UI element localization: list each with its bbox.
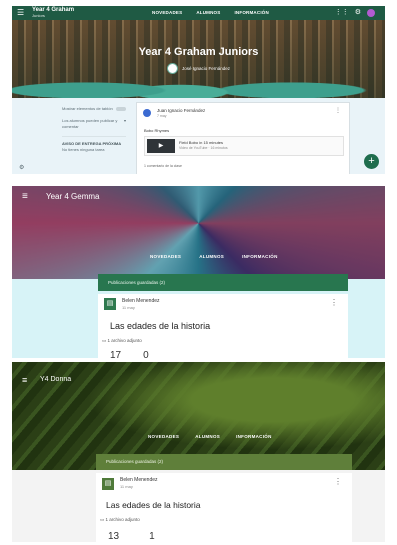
teacher-avatar — [167, 63, 178, 74]
saved-posts-bar[interactable]: Publicaciones guardadas (2) — [96, 454, 352, 470]
author-avatar — [143, 109, 151, 117]
classroom-screenshot-1: ☰ Year 4 Graham Juniors NOVEDADES ALUMNO… — [12, 6, 385, 174]
attachment-count: ▭ 1 archivo adjunto — [102, 338, 142, 344]
stat-count-a: 13 — [108, 531, 120, 542]
attachment-icon: ▭ — [102, 338, 107, 343]
more-options-icon[interactable]: ⋮ — [335, 107, 341, 114]
assignment-title: Las edades de la historia — [110, 321, 211, 331]
assignment-stats: 17 0 — [110, 350, 149, 358]
add-button[interactable]: + — [364, 154, 379, 169]
banner-teacher: José Ignacio Fernández — [167, 63, 230, 74]
tab-informacion[interactable]: INFORMACIÓN — [242, 254, 278, 259]
class-subtitle: Juniors — [32, 13, 45, 18]
classroom-screenshot-3: ≡ Y4 Donna NOVEDADES ALUMNOS INFORMACIÓN… — [12, 362, 385, 542]
assignment-author: Belen Menendez — [120, 477, 158, 483]
stream-sidebar: Mostrar elementos de tablón Los alumnos … — [62, 106, 126, 153]
avatar[interactable] — [367, 9, 375, 17]
teacher-name: José Ignacio Fernández — [182, 66, 231, 71]
saved-posts-bar[interactable]: Publicaciones guardadas (2) — [98, 274, 348, 291]
tab-novedades[interactable]: NOVEDADES — [150, 254, 181, 259]
assignment-icon: ▤ — [104, 298, 116, 310]
attachment-count: ▭ 1 archivo adjunto — [100, 517, 140, 523]
menu-icon[interactable]: ≡ — [22, 375, 27, 385]
tab-alumnos[interactable]: ALUMNOS — [195, 434, 220, 439]
assignment-author: Belen Menendez — [122, 298, 160, 304]
stream-post: Juan Ignacio Fernández 7 may ⋮ Bobo Rhym… — [136, 102, 350, 174]
attachment-title: Field Bobo in 15 minutes — [179, 140, 224, 145]
upcoming-text: No tienes ninguna tarea — [62, 147, 105, 152]
tab-alumnos[interactable]: ALUMNOS — [196, 10, 220, 15]
menu-icon[interactable]: ≡ — [22, 191, 28, 202]
stat-count-b: 1 — [149, 531, 155, 542]
assignment-stats: 13 1 — [108, 531, 155, 542]
upcoming-box: AVISO DE ENTREGA PRÓXIMA No tienes ningu… — [62, 136, 126, 153]
class-banner: Year 4 Graham Juniors José Ignacio Ferná… — [12, 20, 385, 98]
assignment-title: Las edades de la historia — [106, 500, 201, 510]
class-name[interactable]: Year 4 Gemma — [46, 192, 100, 201]
sidebar-setting-label: Mostrar elementos de tablón — [62, 106, 113, 111]
toggle-switch[interactable] — [116, 107, 126, 111]
apps-icon[interactable]: ⋮⋮ — [335, 9, 349, 17]
tab-novedades[interactable]: NOVEDADES — [148, 434, 179, 439]
attachment-meta: Video de YouTube · 16 minutos — [179, 146, 228, 150]
menu-icon[interactable]: ☰ — [17, 8, 24, 18]
attachment-label: 1 archivo adjunto — [107, 338, 142, 343]
top-right-icons: ⋮⋮ ⚙ — [335, 9, 375, 17]
sidebar-setting-show-items[interactable]: Mostrar elementos de tablón — [62, 106, 126, 112]
settings-gear-icon[interactable]: ⚙ — [19, 164, 24, 171]
attachment-label: 1 archivo adjunto — [105, 517, 140, 522]
tab-novedades[interactable]: NOVEDADES — [152, 10, 182, 15]
more-options-icon[interactable]: ⋮ — [330, 298, 338, 307]
post-author: Juan Ignacio Fernández — [157, 108, 206, 113]
more-options-icon[interactable]: ⋮ — [334, 477, 342, 486]
attachment-icon: ▭ — [100, 517, 105, 522]
top-app-bar: ☰ Year 4 Graham Juniors NOVEDADES ALUMNO… — [12, 6, 385, 20]
gear-icon[interactable]: ⚙ — [355, 9, 361, 17]
banner-title: Year 4 Graham Juniors — [138, 46, 259, 58]
class-comments-link[interactable]: 1 comentario de la clase — [144, 164, 182, 168]
dropdown-arrow-icon[interactable]: ▾ — [124, 118, 126, 130]
tab-informacion[interactable]: INFORMACIÓN — [234, 10, 268, 15]
class-tabs: NOVEDADES ALUMNOS INFORMACIÓN — [148, 434, 272, 439]
video-play-icon: ▶ — [147, 139, 175, 153]
tab-alumnos[interactable]: ALUMNOS — [199, 254, 224, 259]
sidebar-setting-comments[interactable]: Los alumnos pueden publicar y comentar ▾ — [62, 118, 126, 130]
class-tabs: NOVEDADES ALUMNOS INFORMACIÓN — [150, 254, 278, 259]
class-name[interactable]: Y4 Donna — [40, 376, 71, 383]
tab-informacion[interactable]: INFORMACIÓN — [236, 434, 272, 439]
assignment-date: 11 may — [122, 305, 135, 310]
post-date: 7 may — [157, 114, 167, 118]
sidebar-setting-label: Los alumnos pueden publicar y comentar — [62, 118, 118, 129]
stat-count-b: 0 — [143, 350, 149, 358]
assignment-card[interactable]: ▤ Belen Menendez 11 may ⋮ Las edades de … — [98, 294, 348, 358]
assignment-date: 11 may — [120, 484, 133, 489]
stat-count-a: 17 — [110, 350, 122, 358]
attachment-card[interactable]: ▶ Field Bobo in 15 minutes Video de YouT… — [144, 136, 344, 156]
assignment-icon: ▤ — [102, 478, 114, 490]
classroom-screenshot-2: ≡ Year 4 Gemma NOVEDADES ALUMNOS INFORMA… — [12, 186, 385, 358]
post-text: Bobo Rhymes — [144, 128, 170, 133]
class-tabs: NOVEDADES ALUMNOS INFORMACIÓN — [152, 10, 269, 15]
assignment-card[interactable]: ▤ Belen Menendez 11 may ⋮ Las edades de … — [96, 473, 352, 542]
